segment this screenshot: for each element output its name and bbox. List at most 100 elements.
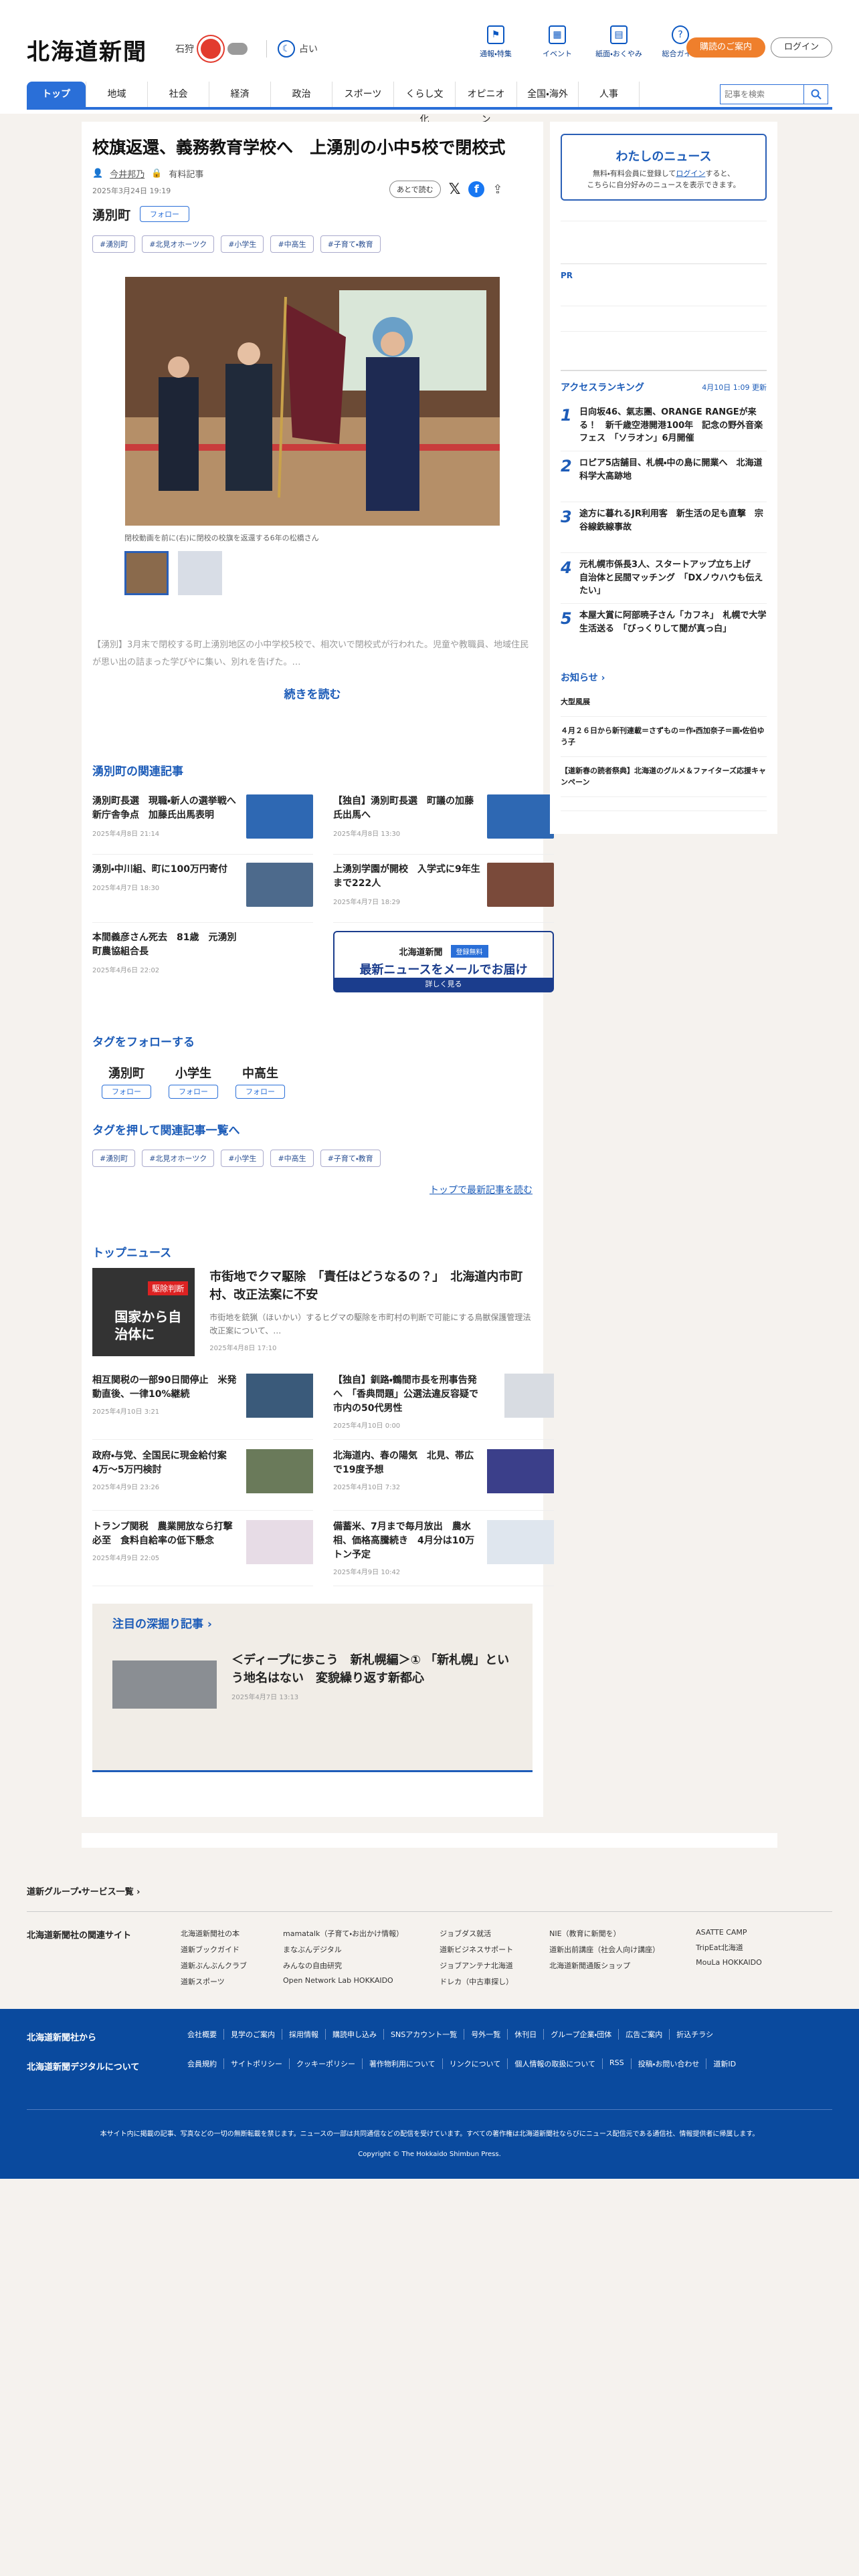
notice-item[interactable]: 【道新春の読者祭典】北海道のグルメ＆ファイターズ応援キャンペーン	[561, 757, 767, 797]
article-photo[interactable]	[125, 276, 500, 526]
ranking-item[interactable]: 5 本屋大賞に阿部暁子さん「カフネ」 札幌で大学生活送る 「びっくりして聞が真っ白…	[561, 604, 767, 655]
tag-link[interactable]: #中高生	[270, 1149, 314, 1167]
ranking-item[interactable]: 3 途方に暮れるJR利用客 新生活の足も直撃 宗谷線鉄線事故	[561, 502, 767, 553]
lock-icon: 🔒	[151, 168, 163, 179]
site-logo[interactable]: 北海道新聞	[27, 33, 147, 66]
menu-culture[interactable]: くらし文化	[393, 82, 455, 125]
tag-link[interactable]: #小学生	[221, 1149, 264, 1167]
ranking-item[interactable]: 1 日向坂46、氣志團、ORANGE RANGEが来る！ 新千歳空港開港100年 …	[561, 401, 767, 451]
photo-caption: 閉校動画を前に(右)に閉校の校旗を返還する6年の松橋さん	[124, 533, 319, 542]
follow-tag-button[interactable]: フォロー	[169, 1084, 218, 1099]
tag-link[interactable]: #北見オホーツク	[142, 235, 215, 253]
footer-copyright: Copyright © The Hokkaido Shimbun Press.	[358, 2151, 501, 2158]
related-articles: 湧別町長選 現職・新人の選挙戦へ 新庁舎争点 加藤氏出馬表明 2025年4月8日 …	[92, 786, 554, 992]
tag-link[interactable]: #子育て・教育	[320, 1149, 381, 1167]
related-item[interactable]: 上湧別学園が開校 入学式に9年生まで222人 2025年4月7日 18:29	[333, 855, 554, 923]
calendar-icon: ▦	[549, 25, 566, 44]
latest-articles-link[interactable]: トップで最新記事を読む	[92, 1183, 533, 1196]
top-news-item[interactable]: 相互関税の一部90日間停止 米発動直後、一律10%継続 2025年4月10日 3:…	[92, 1364, 313, 1440]
ranking-item[interactable]: 4 元札幌市係長3人、スタートアップ立ち上げ 自治体と民間マッチング 「DXノウハ…	[561, 553, 767, 604]
uranai-link[interactable]: ☾ 占い	[266, 40, 318, 58]
top-news-item[interactable]: 政府・与党、全国民に現金給付案 4万～5万円検討 2025年4月9日 23:26	[92, 1440, 313, 1511]
top-news-item[interactable]: トランプ関税 農業開放なら打撃必至 食料自給率の低下懸念 2025年4月9日 22…	[92, 1511, 313, 1586]
weather-widget[interactable]: 石狩 ☾ 占い	[175, 39, 318, 59]
search-box	[720, 84, 828, 104]
top-nav-paper[interactable]: ▤ 紙面・おくやみ	[591, 25, 646, 59]
paid-label: 有料記事	[169, 169, 204, 180]
top-nav-feature[interactable]: ⚑ 通報・特集	[468, 25, 523, 59]
top-news-title: トップニュース	[92, 1246, 172, 1260]
tag-link[interactable]: #北見オホーツク	[142, 1149, 215, 1167]
notice-item[interactable]: ４月２６日から新刊連載＝さずもの＝作・西加奈子＝画・佐伯ゆう子	[561, 717, 767, 757]
chevron-right-icon: ›	[136, 1887, 140, 1897]
menu-sports[interactable]: スポーツ	[332, 82, 393, 107]
menu-region[interactable]: 地域	[86, 82, 147, 107]
search-button[interactable]	[804, 84, 828, 104]
tag-link[interactable]: #湧別町	[92, 235, 136, 253]
follow-place-button[interactable]: フォロー	[140, 206, 190, 223]
menu-top[interactable]: トップ	[27, 82, 86, 107]
tag-link[interactable]: #子育て・教育	[320, 235, 381, 253]
top-news-item[interactable]: 備蓄米、7月まで毎月放出 農水相、価格高騰続き 4月分は10万トン予定 2025年…	[333, 1511, 554, 1586]
flag-icon: ⚑	[487, 25, 504, 44]
search-icon	[811, 89, 822, 100]
top-news-lead-summary: 市街地を銃猟（ほいかい）するヒグマの駆除を市町村の判断で可能にする鳥獣保護管理法…	[209, 1312, 531, 1336]
tag-link[interactable]: #小学生	[221, 235, 264, 253]
article-tags: #湧別町 #北見オホーツク #小学生 #中高生 #子育て・教育	[92, 235, 533, 253]
photo-thumbnail[interactable]	[178, 550, 222, 595]
news-thumbnail	[504, 1373, 554, 1418]
article-author[interactable]: 今井邦乃	[110, 167, 145, 180]
tag-link[interactable]: #湧別町	[92, 1149, 136, 1167]
login-button[interactable]: ログイン	[771, 37, 832, 58]
main-column: 校旗返還、義務教育学校へ 上湧別の小中5校で閉校式 👤 今井邦乃 🔒 有料記事 …	[82, 122, 554, 1817]
facebook-share-icon[interactable]: f	[468, 181, 485, 197]
follow-tag-button[interactable]: フォロー	[102, 1084, 151, 1099]
top-nav-event[interactable]: ▦ イベント	[530, 25, 585, 59]
menu-world[interactable]: 全国・海外	[516, 82, 578, 107]
related-item[interactable]: 本間義彦さん死去 81歳 元湧別町農協組合長 2025年4月6日 22:02	[92, 923, 313, 992]
menu-personnel[interactable]: 人事	[578, 82, 640, 107]
subscribe-button[interactable]: 購読のご案内	[686, 37, 765, 58]
top-news-item[interactable]: 【独自】釧路・鶴間市長を刑事告発へ 「香典問題」公選法違反容疑で 市内の50代男…	[333, 1364, 554, 1440]
my-news-login-link[interactable]: ログイン	[676, 169, 705, 178]
top-news-item[interactable]: 北海道内、春の陽気 北見、帯広で19度予想 2025年4月10日 7:32	[333, 1440, 554, 1511]
site-header: 北海道新聞 石狩 ☾ 占い ⚑ 通報・特集 ▦ イベント ▤ 紙面・おくやみ ? 総合ガ…	[0, 0, 859, 125]
follow-tag-button[interactable]: フォロー	[235, 1084, 285, 1099]
tag-follow-item: 中高生 フォロー	[235, 1064, 285, 1099]
news-thumbnail	[246, 1519, 313, 1564]
my-news-text: 無料・有料会員に登録してログインすると、 こちらに自分好みのニュースを表示できます…	[587, 169, 741, 189]
top-news-lead[interactable]: 駆除判断 国家から自治体に 市街地でクマ駆除 「責任はどうなるの？」 北海道内市…	[92, 1267, 533, 1356]
ranking-item[interactable]: 2 ロピア5店舗目、札幌・中の島に開業へ 北海道科学大高跡地	[561, 451, 767, 502]
share-icon[interactable]: ⇪	[492, 183, 502, 197]
ceremony-photo-illustration	[125, 276, 500, 526]
tag-follow-item: 湧別町 フォロー	[102, 1064, 151, 1099]
tag-follow-item: 小学生 フォロー	[169, 1064, 218, 1099]
search-input[interactable]	[720, 84, 804, 104]
place-follow-row: 湧別町 フォロー	[92, 205, 533, 223]
newsletter-banner[interactable]: 北海道新聞 登録無料 最新ニュースをメールでお届け 詳しく見る	[333, 930, 554, 992]
photo-thumbnail[interactable]	[124, 550, 169, 595]
deep-dive-article[interactable]: ＜ディープに歩こう 新札幌編＞① 「新札幌」という地名はない 変貌繰り返す新都心…	[112, 1651, 512, 1709]
article-actions: あとで読む 𝕏 f ⇪	[389, 181, 503, 198]
related-item[interactable]: 湧別町長選 現職・新人の選挙戦へ 新庁舎争点 加藤氏出馬表明 2025年4月8日 …	[92, 786, 313, 855]
ranking-title[interactable]: アクセスランキング	[561, 381, 644, 394]
x-share-icon[interactable]: 𝕏	[449, 181, 461, 198]
menu-politics[interactable]: 政治	[270, 82, 332, 107]
read-later-button[interactable]: あとで読む	[389, 181, 441, 198]
read-more-link[interactable]: 続きを読む	[92, 685, 533, 702]
menu-opinion[interactable]: オピニオン	[455, 82, 516, 125]
pr-label: PR	[561, 263, 767, 280]
tag-link[interactable]: #中高生	[270, 235, 314, 253]
deep-dive-headline: ＜ディープに歩こう 新札幌編＞① 「新札幌」という地名はない 変貌繰り返す新都心	[231, 1652, 510, 1685]
related-item[interactable]: 湧別・中川組、町に100万円寄付 2025年4月7日 18:30	[92, 855, 313, 923]
menu-economy[interactable]: 経済	[209, 82, 270, 107]
notice-item[interactable]: 大型風展	[561, 688, 767, 717]
menu-society[interactable]: 社会	[147, 82, 209, 107]
notice-title[interactable]: お知らせ ›	[561, 671, 767, 684]
divider	[561, 306, 767, 331]
group-services-link[interactable]: 道新グループ・サービス一覧 ›	[27, 1885, 140, 1897]
related-item[interactable]: 【独自】湧別町長選 町議の加藤氏出馬へ 2025年4月8日 13:30	[333, 786, 554, 855]
deep-dive-section: 注目の深掘り記事 › ＜ディープに歩こう 新札幌編＞① 「新札幌」という地名はな…	[92, 1603, 533, 1772]
tag-related-title: タグを押して関連記事一覧へ	[92, 1123, 240, 1138]
deep-dive-title[interactable]: 注目の深掘り記事 ›	[112, 1614, 512, 1631]
